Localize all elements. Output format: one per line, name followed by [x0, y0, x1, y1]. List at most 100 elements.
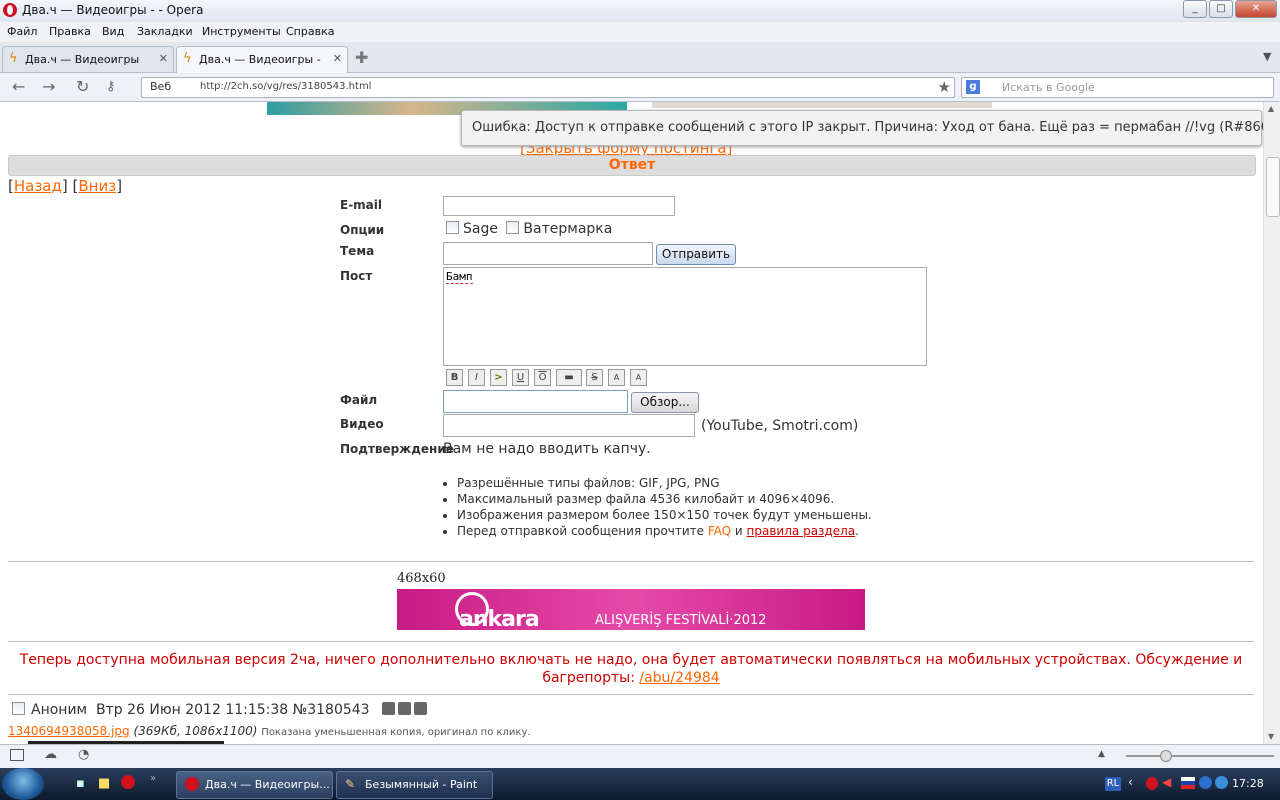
back-link[interactable]: Назад — [14, 177, 62, 195]
post-select-checkbox[interactable] — [12, 702, 25, 715]
post-file-meta: (369Кб, 1086x1100) — [133, 724, 258, 738]
menu-file[interactable]: Файл — [7, 25, 37, 38]
taskbar-clock[interactable]: 17:28 — [1232, 777, 1264, 790]
status-bar: ☁ ◔ ▲ — [0, 744, 1280, 768]
scroll-thumb[interactable] — [1266, 157, 1280, 217]
reply-title: Ответ — [608, 157, 656, 173]
minimize-button[interactable]: _ — [1183, 0, 1207, 18]
spoiler-button[interactable]: ▬ — [556, 369, 582, 386]
rule-text: и — [731, 524, 747, 538]
italic-button[interactable]: I — [468, 369, 485, 386]
tab-videogames-2[interactable]: ϟ Два.ч — Видеоигры - ✕ — [176, 46, 348, 73]
faq-link[interactable]: FAQ — [708, 524, 731, 538]
bookmark-star-icon[interactable]: ★ — [938, 78, 951, 96]
upload-rules-list: Разрешённые типы файлов: GIF, JPG, PNG М… — [440, 475, 872, 539]
confirm-label: Подтверждение — [340, 442, 454, 456]
navigation-bar: ← → ↻ ⚷ Веб http://2ch.so/vg/res/3180543… — [0, 73, 1280, 102]
google-icon[interactable]: g — [966, 80, 980, 94]
quote-button[interactable]: > — [490, 369, 507, 386]
scroll-down-icon[interactable]: ▼ — [1268, 732, 1274, 741]
search-placeholder[interactable]: Искать в Google — [1002, 81, 1095, 94]
email-field[interactable] — [443, 196, 675, 216]
menu-view[interactable]: Вид — [102, 25, 124, 38]
tray-network-icon[interactable] — [1215, 776, 1228, 789]
new-tab-icon[interactable]: ✚ — [355, 48, 368, 67]
bold-button[interactable]: B — [446, 369, 463, 386]
zoom-slider-knob[interactable] — [1160, 750, 1172, 762]
post-number[interactable]: №3180543 — [293, 702, 370, 718]
tray-expand-icon[interactable]: ‹ — [1128, 775, 1133, 789]
sage-checkbox[interactable] — [446, 221, 459, 234]
tab-bar: ϟ Два.ч — Видеоигры ✕ ϟ Два.ч — Видеоигр… — [0, 42, 1280, 73]
quicklaunch-more-icon[interactable]: » — [150, 773, 156, 784]
subject-field[interactable] — [443, 242, 653, 265]
key-icon[interactable]: ⚷ — [106, 79, 116, 94]
save-icon[interactable]: ▪ — [76, 776, 85, 791]
maximize-button[interactable]: □ — [1209, 0, 1233, 18]
windows-taskbar: ▪ ■ » Два.ч — Видеоигры... ✎ Безымянный … — [0, 768, 1280, 800]
zoom-triangle-icon[interactable]: ▲ — [1098, 749, 1105, 759]
tray-speaker-icon[interactable]: ◀ — [1162, 775, 1171, 789]
post-file-link[interactable]: 1340694938058.jpg — [8, 724, 130, 738]
back-arrow-icon[interactable]: ← — [12, 77, 25, 96]
menu-tools[interactable]: Инструменты — [202, 25, 281, 38]
notice-link[interactable]: /abu/24984 — [639, 670, 719, 686]
divider — [8, 561, 1254, 562]
tab-close-icon[interactable]: ✕ — [159, 52, 168, 65]
post-textarea[interactable]: Бамп — [443, 267, 927, 366]
unite-cloud-icon[interactable]: ☁ — [44, 747, 57, 762]
watermark-checkbox[interactable] — [506, 221, 520, 234]
page-scrollbar[interactable]: ▲ ▼ — [1263, 102, 1280, 744]
taskbar-paint[interactable]: ✎ Безымянный - Paint — [336, 771, 493, 799]
browse-button[interactable]: Обзор... — [631, 392, 699, 413]
tray-app-icon[interactable] — [1199, 776, 1212, 789]
reply-header: Ответ — [8, 155, 1256, 176]
address-bar[interactable]: Веб http://2ch.so/vg/res/3180543.html ★ — [141, 77, 955, 98]
strike-button[interactable]: S — [586, 369, 603, 386]
close-window-button[interactable]: ✕ — [1235, 0, 1277, 18]
video-field[interactable] — [443, 414, 695, 437]
url-text[interactable]: http://2ch.so/vg/res/3180543.html — [200, 81, 371, 92]
underline-button[interactable]: U — [512, 369, 529, 386]
reload-icon[interactable]: ↻ — [76, 77, 89, 96]
down-link[interactable]: Вниз — [78, 177, 116, 195]
tab-videogames-1[interactable]: ϟ Два.ч — Видеоигры ✕ — [2, 46, 174, 72]
post-author: Аноним — [31, 702, 88, 718]
start-button[interactable] — [2, 768, 44, 800]
submit-button[interactable]: Отправить — [656, 244, 736, 265]
opera-logo-icon — [3, 3, 17, 17]
opera-quicklaunch-icon[interactable] — [121, 775, 135, 789]
ad-banner[interactable]: ankara ALIŞVERİŞ FESTİVALİ·2012 — [397, 589, 865, 632]
error-message: Ошибка: Доступ к отправке сообщений с эт… — [472, 120, 1263, 135]
overline-button[interactable]: O — [534, 369, 551, 386]
turbo-gauge-icon[interactable]: ◔ — [78, 747, 89, 762]
scroll-up-icon[interactable]: ▲ — [1268, 104, 1274, 113]
language-indicator[interactable]: RL — [1105, 777, 1121, 791]
menu-edit[interactable]: Правка — [49, 25, 91, 38]
reply-post-icon[interactable] — [414, 702, 428, 715]
hide-post-icon[interactable] — [382, 702, 396, 715]
forward-arrow-icon[interactable]: → — [42, 77, 55, 96]
zoom-slider[interactable] — [1126, 755, 1274, 757]
panel-toggle-icon[interactable] — [10, 749, 24, 761]
tab-menu-chevron-icon[interactable]: ▼ — [1263, 50, 1271, 63]
tab-close-icon[interactable]: ✕ — [333, 52, 342, 65]
email-label: E-mail — [340, 198, 383, 212]
section-rules-link[interactable]: правила раздела — [747, 524, 856, 538]
subscript-button[interactable]: A — [608, 369, 625, 386]
search-box[interactable]: g Искать в Google — [961, 77, 1274, 98]
divider — [8, 641, 1254, 642]
taskbar-item-label: Два.ч — Видеоигры... — [205, 778, 330, 791]
menu-bar: Файл Правка Вид Закладки Инструменты Спр… — [0, 22, 1280, 42]
tray-opera-icon[interactable] — [1146, 777, 1158, 790]
superscript-button[interactable]: A — [630, 369, 647, 386]
menu-help[interactable]: Справка — [286, 25, 334, 38]
sage-label: Sage — [463, 221, 498, 237]
folder-icon[interactable]: ■ — [98, 776, 110, 791]
taskbar-opera[interactable]: Два.ч — Видеоигры... — [176, 771, 333, 799]
file-field[interactable] — [443, 390, 628, 413]
banner-size-label: 468x60 — [397, 571, 446, 586]
expand-post-icon[interactable] — [398, 702, 412, 715]
menu-bookmarks[interactable]: Закладки — [137, 25, 193, 38]
tray-flag-icon[interactable] — [1181, 777, 1195, 789]
